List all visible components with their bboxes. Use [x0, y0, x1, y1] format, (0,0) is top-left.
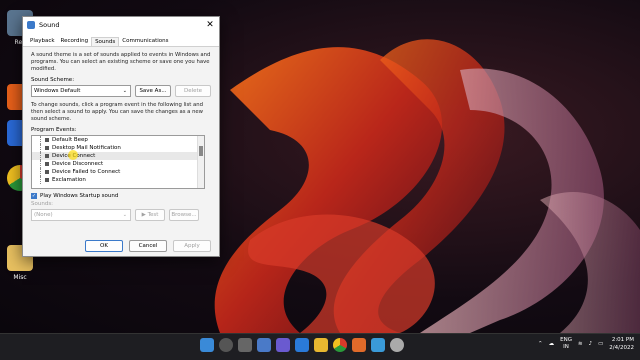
- event-label: Device Disconnect: [52, 161, 104, 167]
- language-code: ENG: [560, 337, 572, 343]
- event-label: Exclamation: [52, 177, 86, 183]
- startup-sound-label: Play Windows Startup sound: [40, 193, 119, 199]
- list-item[interactable]: Device Disconnect: [32, 160, 204, 168]
- clock-time: 2:01 PM: [611, 337, 634, 343]
- chevron-down-icon: ⌄: [122, 88, 127, 94]
- tab-sounds[interactable]: Sounds: [91, 37, 120, 46]
- taskbar-apps: [200, 338, 404, 352]
- theme-description: A sound theme is a set of sounds applied…: [31, 52, 211, 72]
- cloud-icon[interactable]: ☁: [549, 341, 555, 347]
- close-icon[interactable]: ✕: [201, 20, 219, 30]
- app-icon[interactable]: [352, 338, 366, 352]
- list-item[interactable]: Exclamation: [32, 176, 204, 184]
- sounds-select[interactable]: (None) ⌄: [31, 209, 131, 221]
- chrome-icon[interactable]: [333, 338, 347, 352]
- region-code: IN: [563, 344, 569, 350]
- task-view-icon[interactable]: [238, 338, 252, 352]
- event-label: Default Beep: [52, 137, 88, 143]
- list-item[interactable]: Device Failed to Connect: [32, 168, 204, 176]
- speaker-icon: [45, 138, 49, 142]
- volume-icon[interactable]: ♪: [589, 341, 593, 347]
- wifi-icon[interactable]: ≋: [578, 341, 583, 347]
- delete-button[interactable]: Delete: [175, 85, 211, 97]
- chevron-up-icon[interactable]: ⌃: [538, 341, 543, 347]
- ok-button[interactable]: OK: [85, 240, 123, 252]
- scheme-value: Windows Default: [34, 88, 81, 94]
- startup-sound-checkbox[interactable]: ✓ Play Windows Startup sound: [31, 193, 211, 199]
- sound-dialog: Sound ✕ Playback Recording Sounds Commun…: [22, 16, 220, 257]
- list-item[interactable]: Default Beep: [32, 136, 204, 144]
- start-icon[interactable]: [200, 338, 214, 352]
- system-tray: ⌃ ☁ ENG IN ≋ ♪ ▭ 2:01 PM 2/4/2022: [538, 336, 634, 352]
- speaker-icon: [45, 170, 49, 174]
- widgets-icon[interactable]: [257, 338, 271, 352]
- apply-button[interactable]: Apply: [173, 240, 211, 252]
- scheme-label: Sound Scheme:: [31, 77, 75, 83]
- program-events-list[interactable]: Default Beep Desktop Mail Notification D…: [31, 135, 205, 189]
- event-label: Desktop Mail Notification: [52, 145, 121, 151]
- speaker-icon: [27, 21, 35, 29]
- tab-communications[interactable]: Communications: [119, 37, 171, 46]
- tab-bar: Playback Recording Sounds Communications: [23, 33, 219, 47]
- cursor-highlight: [68, 150, 78, 160]
- scheme-select[interactable]: Windows Default ⌄: [31, 85, 131, 97]
- browse-button[interactable]: Browse...: [169, 209, 199, 221]
- file-explorer-icon[interactable]: [314, 338, 328, 352]
- sounds-label: Sounds:: [31, 201, 54, 207]
- language-indicator[interactable]: ENG IN: [560, 337, 572, 351]
- scrollbar-thumb[interactable]: [199, 146, 203, 156]
- chat-icon[interactable]: [276, 338, 290, 352]
- instructions-text: To change sounds, click a program event …: [31, 102, 204, 122]
- app-icon[interactable]: [371, 338, 385, 352]
- battery-icon[interactable]: ▭: [598, 341, 603, 347]
- dialog-title: Sound: [39, 21, 60, 29]
- chevron-down-icon: ⌄: [122, 212, 127, 218]
- test-button[interactable]: ▶ Test: [135, 209, 165, 221]
- checkmark-icon: ✓: [31, 193, 37, 199]
- list-item[interactable]: Device Connect: [32, 152, 204, 160]
- list-item[interactable]: Desktop Mail Notification: [32, 144, 204, 152]
- desktop-icon-label: Misc: [13, 274, 27, 281]
- test-label: Test: [147, 212, 159, 218]
- list-scrollbar[interactable]: [197, 136, 204, 188]
- dialog-titlebar: Sound ✕: [23, 17, 219, 33]
- edge-icon[interactable]: [295, 338, 309, 352]
- speaker-icon: [45, 146, 49, 150]
- search-icon[interactable]: [219, 338, 233, 352]
- cancel-button[interactable]: Cancel: [129, 240, 167, 252]
- event-label: Device Failed to Connect: [52, 169, 121, 175]
- speaker-icon: [45, 178, 49, 182]
- clock[interactable]: 2:01 PM 2/4/2022: [609, 336, 634, 352]
- tab-playback[interactable]: Playback: [27, 37, 58, 46]
- taskbar: ⌃ ☁ ENG IN ≋ ♪ ▭ 2:01 PM 2/4/2022: [0, 333, 640, 360]
- speaker-icon: [45, 162, 49, 166]
- speaker-icon: [45, 154, 49, 158]
- app-icon[interactable]: [390, 338, 404, 352]
- tab-recording[interactable]: Recording: [58, 37, 92, 46]
- clock-date: 2/4/2022: [609, 345, 634, 351]
- save-as-button[interactable]: Save As...: [135, 85, 171, 97]
- sounds-value: (None): [34, 212, 53, 218]
- events-label: Program Events:: [31, 127, 77, 133]
